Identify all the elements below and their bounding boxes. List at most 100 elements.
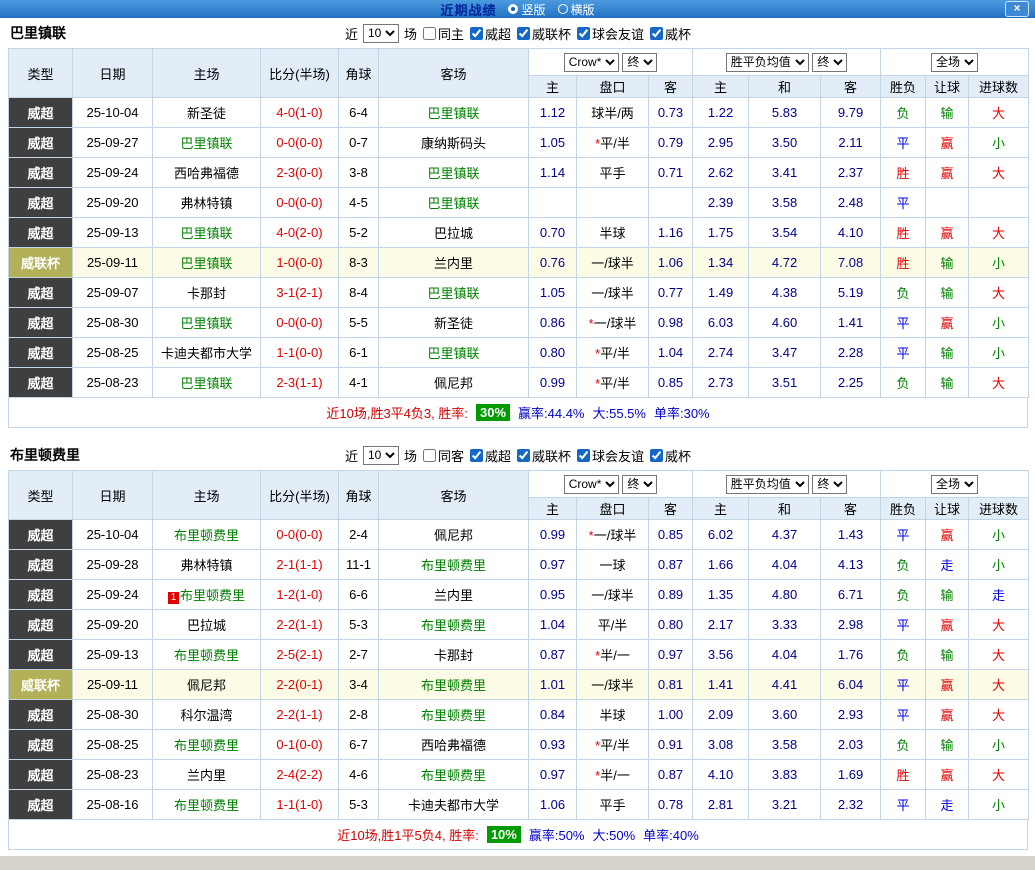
corner-cell: 8-3 bbox=[339, 248, 379, 278]
corner-cell: 3-8 bbox=[339, 158, 379, 188]
radio-vertical[interactable]: 竖版 bbox=[508, 1, 545, 18]
avg-draw-cell: 5.83 bbox=[749, 98, 821, 128]
home-team-cell: 布里顿费里 bbox=[153, 790, 261, 820]
league-wlb-label: 威联杯 bbox=[532, 24, 571, 43]
summary-bar: 近10场,胜1平5负4, 胜率: 10% 赢率:50% 大:50% 单率:40% bbox=[8, 820, 1028, 850]
league-filter-friendly[interactable]: 球会友谊 bbox=[576, 24, 644, 43]
company-select[interactable]: Crow* bbox=[564, 475, 619, 494]
avg-home-cell: 2.09 bbox=[693, 700, 749, 730]
league-friendly-checkbox[interactable] bbox=[577, 449, 590, 462]
league-wc-checkbox[interactable] bbox=[470, 27, 483, 40]
handicap-line-cell: 一/球半 bbox=[577, 580, 649, 610]
home-team-cell: 巴里镇联 bbox=[153, 368, 261, 398]
handicap-away-odds-cell: 0.80 bbox=[649, 610, 693, 640]
handicap-line-cell: *平/半 bbox=[577, 730, 649, 760]
match-date-cell: 25-09-11 bbox=[73, 670, 153, 700]
final-select[interactable]: 终 bbox=[622, 475, 657, 494]
away-team-cell: 布里顿费里 bbox=[379, 760, 529, 790]
col-avg-draw: 和 bbox=[749, 76, 821, 98]
handicap-dropdowns: Crow* 终 bbox=[529, 471, 693, 498]
final-select[interactable]: 终 bbox=[812, 475, 847, 494]
home-team-cell: 布里顿费里 bbox=[153, 730, 261, 760]
league-filter-wc[interactable]: 威超 bbox=[469, 24, 511, 43]
match-count-select[interactable]: 10 bbox=[363, 24, 399, 43]
result-handicap-cell: 赢 bbox=[926, 218, 969, 248]
col-date: 日期 bbox=[73, 471, 153, 520]
col-type: 类型 bbox=[9, 471, 73, 520]
radio-unselected-icon bbox=[558, 4, 568, 14]
scope-select[interactable]: 全场 bbox=[931, 475, 978, 494]
match-date-cell: 25-09-07 bbox=[73, 278, 153, 308]
avg-away-cell: 4.13 bbox=[821, 550, 881, 580]
final-select[interactable]: 终 bbox=[622, 53, 657, 72]
col-result-wdl: 胜负 bbox=[881, 498, 926, 520]
final-select[interactable]: 终 bbox=[812, 53, 847, 72]
league-friendly-label: 球会友谊 bbox=[592, 446, 644, 465]
avg-draw-cell: 4.72 bbox=[749, 248, 821, 278]
league-filter-wc[interactable]: 威超 bbox=[469, 446, 511, 465]
away-team-cell: 卡迪夫都市大学 bbox=[379, 790, 529, 820]
result-wdl-cell: 平 bbox=[881, 790, 926, 820]
scope-select[interactable]: 全场 bbox=[931, 53, 978, 72]
same-venue-filter[interactable]: 同主 bbox=[422, 24, 464, 43]
score-cell: 0-0(0-0) bbox=[261, 188, 339, 218]
handicap-away-odds-cell: 1.00 bbox=[649, 700, 693, 730]
match-row: 威超25-09-241布里顿费里1-2(1-0)6-6兰内里0.95一/球半0.… bbox=[9, 580, 1029, 610]
same-venue-checkbox[interactable] bbox=[423, 27, 436, 40]
radio-horizontal[interactable]: 横版 bbox=[558, 1, 595, 18]
result-goal-cell: 小 bbox=[969, 308, 1029, 338]
handicap-home-odds-cell: 0.70 bbox=[529, 218, 577, 248]
league-wc-checkbox[interactable] bbox=[470, 449, 483, 462]
result-handicap-cell: 输 bbox=[926, 248, 969, 278]
result-goal-cell: 小 bbox=[969, 730, 1029, 760]
match-date-cell: 25-09-11 bbox=[73, 248, 153, 278]
avg-home-cell: 6.02 bbox=[693, 520, 749, 550]
result-goal-cell: 大 bbox=[969, 278, 1029, 308]
match-date-cell: 25-09-28 bbox=[73, 550, 153, 580]
company-select[interactable]: Crow* bbox=[564, 53, 619, 72]
team-section-1: 巴里镇联 近 10 场 同主 威超 威联杯 球会友谊 威杯 类型 日期 主场 比… bbox=[8, 18, 1028, 428]
league-wb-checkbox[interactable] bbox=[650, 27, 663, 40]
same-venue-filter[interactable]: 同客 bbox=[422, 446, 464, 465]
handicap-away-odds-cell: 1.16 bbox=[649, 218, 693, 248]
league-wlb-checkbox[interactable] bbox=[517, 27, 530, 40]
same-venue-checkbox[interactable] bbox=[423, 449, 436, 462]
close-icon[interactable]: × bbox=[1005, 1, 1029, 17]
home-team-cell: 布里顿费里 bbox=[153, 640, 261, 670]
score-cell: 1-1(0-0) bbox=[261, 338, 339, 368]
col-result-handicap: 让球 bbox=[926, 76, 969, 98]
col-handicap-away: 客 bbox=[649, 76, 693, 98]
league-filter-wlb[interactable]: 威联杯 bbox=[516, 446, 571, 465]
league-filter-wb[interactable]: 威杯 bbox=[649, 24, 691, 43]
league-filter-wlb[interactable]: 威联杯 bbox=[516, 24, 571, 43]
score-cell: 4-0(1-0) bbox=[261, 98, 339, 128]
league-filter-wb[interactable]: 威杯 bbox=[649, 446, 691, 465]
win-rate-badge: 30% bbox=[476, 404, 510, 421]
corner-cell: 2-7 bbox=[339, 640, 379, 670]
league-filter-friendly[interactable]: 球会友谊 bbox=[576, 446, 644, 465]
corner-cell: 5-2 bbox=[339, 218, 379, 248]
avg-select[interactable]: 胜平负均值 bbox=[726, 53, 809, 72]
match-row: 威超25-10-04新圣徒4-0(1-0)6-4巴里镇联1.12球半/两0.73… bbox=[9, 98, 1029, 128]
league-wb-label: 威杯 bbox=[665, 24, 691, 43]
league-friendly-checkbox[interactable] bbox=[577, 27, 590, 40]
result-handicap-cell: 输 bbox=[926, 368, 969, 398]
result-goal-cell: 小 bbox=[969, 338, 1029, 368]
league-type-cell: 威超 bbox=[9, 98, 73, 128]
avg-away-cell: 2.28 bbox=[821, 338, 881, 368]
result-goal-cell: 小 bbox=[969, 550, 1029, 580]
league-type-cell: 威超 bbox=[9, 128, 73, 158]
result-wdl-cell: 负 bbox=[881, 640, 926, 670]
handicap-line-cell: 半球 bbox=[577, 218, 649, 248]
result-wdl-cell: 平 bbox=[881, 128, 926, 158]
league-wlb-checkbox[interactable] bbox=[517, 449, 530, 462]
league-wb-checkbox[interactable] bbox=[650, 449, 663, 462]
avg-draw-cell: 4.04 bbox=[749, 640, 821, 670]
filter-bar: 布里顿费里 近 10 场 同客 威超 威联杯 球会友谊 威杯 bbox=[8, 440, 1028, 470]
changed-odds-star: * bbox=[589, 528, 594, 543]
avg-dropdowns: 胜平负均值 终 bbox=[693, 471, 881, 498]
avg-select[interactable]: 胜平负均值 bbox=[726, 475, 809, 494]
league-type-cell: 威超 bbox=[9, 640, 73, 670]
summary-record: 近10场,胜3平4负3, 胜率: bbox=[326, 403, 468, 422]
match-count-select[interactable]: 10 bbox=[363, 446, 399, 465]
